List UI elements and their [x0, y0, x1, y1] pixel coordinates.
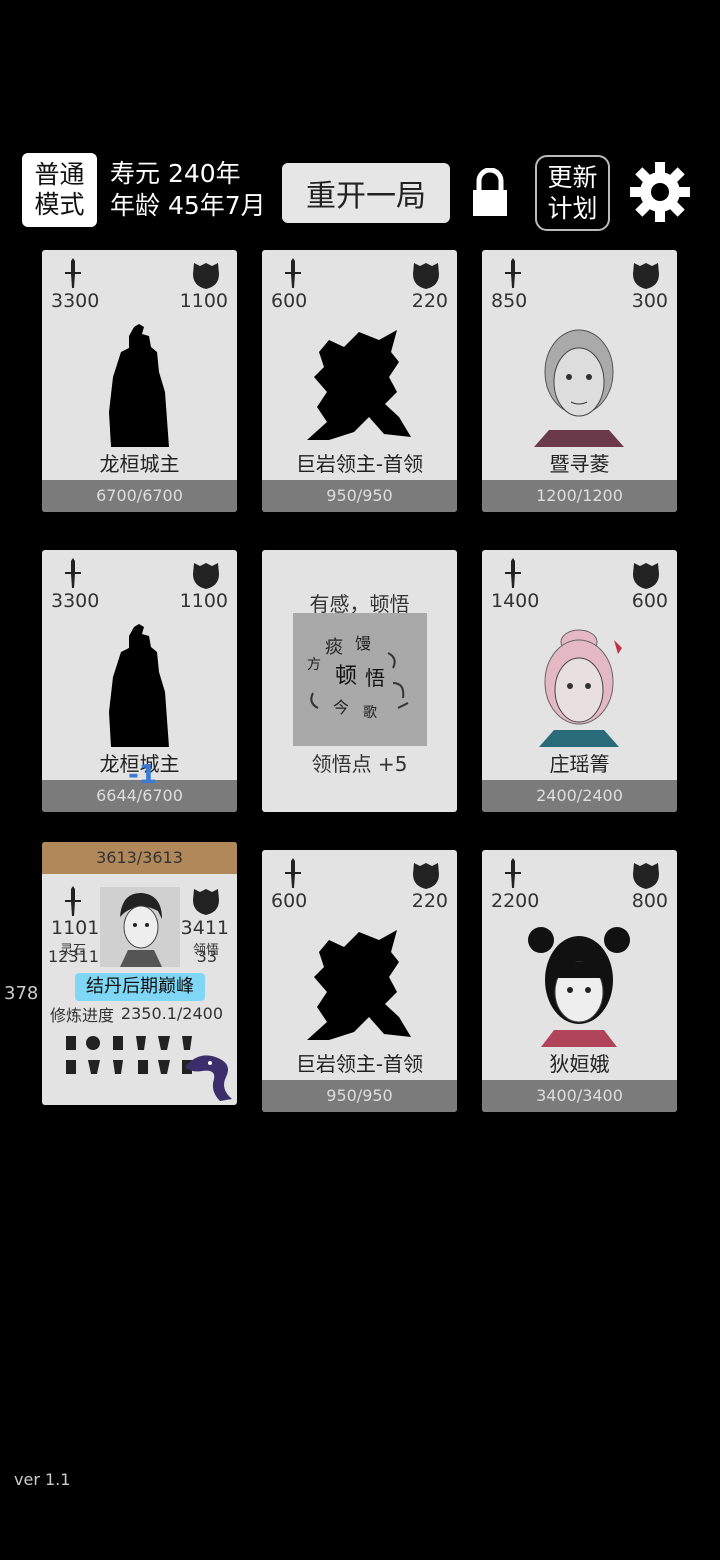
player-attack: 1101	[51, 917, 100, 939]
hp-bar: 3400/3400	[482, 1080, 677, 1112]
sword-icon	[65, 258, 81, 288]
attack-value: 2200	[491, 890, 540, 912]
shield-icon	[193, 889, 219, 915]
player-defense: 3411	[180, 917, 229, 939]
sword-icon	[505, 858, 521, 888]
defense-value: 800	[631, 890, 668, 912]
calligraphy-char: 方	[307, 657, 321, 673]
calligraphy-image: 痰 馒 顿 悟 今 歌 方	[293, 613, 427, 746]
progress-label: 修炼进度	[50, 1006, 115, 1025]
lifespan-text: 寿元 240年	[110, 159, 241, 188]
shield-icon	[193, 563, 219, 589]
event-card-enlightenment[interactable]: 有感，顿悟 痰 馒 顿 悟 今 歌 方 领悟点 +5	[262, 550, 457, 812]
defense-value: 220	[411, 890, 448, 912]
lord-silhouette	[109, 624, 169, 747]
card-name: 庄瑶箐	[549, 752, 610, 776]
card-name: 巨岩领主-首领	[295, 1052, 424, 1076]
girl-with-buns-portrait	[528, 927, 630, 1047]
calligraphy-char: 悟	[365, 666, 385, 690]
hp-bar: 6700/6700	[42, 480, 237, 512]
mode-button[interactable]: 普通 模式	[22, 153, 97, 227]
player-avatar	[100, 887, 180, 967]
hp-bar: 1200/1200	[482, 480, 677, 512]
sword-icon	[505, 258, 521, 288]
calligraphy-char: 痰	[325, 637, 343, 658]
mode-label-2: 模式	[34, 190, 85, 219]
defense-value: 300	[631, 290, 668, 312]
side-counter: 378	[4, 983, 39, 1004]
sword-icon	[65, 558, 81, 588]
hp-bar: 950/950	[262, 480, 457, 512]
progress-value: 2350.1/2400	[120, 1004, 223, 1023]
shield-icon	[413, 863, 439, 889]
defense-value: 600	[631, 590, 668, 612]
attack-value: 1400	[491, 590, 540, 612]
lock-icon[interactable]	[470, 168, 510, 218]
enemy-card-zhuangyaoqing[interactable]: 1400 600 庄瑶箐 2400/2400	[482, 550, 677, 812]
sword-icon	[285, 258, 301, 288]
enemy-card-jixunling[interactable]: 850 300 暨寻菱 1200/1200	[482, 250, 677, 512]
lord-silhouette	[109, 324, 169, 447]
sword-icon	[505, 558, 521, 588]
plan-label-1: 更新	[547, 163, 598, 192]
card-name: 暨寻菱	[549, 452, 610, 476]
sword-icon	[65, 886, 81, 916]
enemy-card-dihenge[interactable]: 2200 800 狄姮娥 3400/3400	[482, 850, 677, 1112]
age-text: 年龄 45年7月	[110, 191, 266, 220]
shield-icon	[413, 263, 439, 289]
attack-value: 850	[491, 290, 528, 312]
event-reward: 领悟点 +5	[311, 752, 408, 776]
shield-icon	[633, 263, 659, 289]
plan-label-2: 计划	[547, 194, 598, 223]
old-woman-portrait	[534, 329, 624, 447]
player-hp-bar: 3613/3613	[42, 842, 237, 874]
calligraphy-char: 今	[333, 698, 349, 717]
rock-monster-silhouette	[307, 330, 411, 440]
mode-label-1: 普通	[34, 160, 85, 189]
pink-hair-woman-portrait	[539, 629, 622, 747]
rock-monster-silhouette	[307, 930, 411, 1040]
enemy-card-juyan-2[interactable]: 600 220 巨岩领主-首领 950/950	[262, 850, 457, 1112]
enemy-card-juyan-1[interactable]: 600 220 巨岩领主-首领 950/950	[262, 250, 457, 512]
shield-icon	[633, 863, 659, 889]
shield-icon	[633, 563, 659, 589]
defense-value: 1100	[179, 290, 228, 312]
spirit-stone-value: 12311	[48, 947, 99, 966]
realm-badge: 结丹后期巅峰	[75, 973, 205, 1001]
attack-value: 600	[271, 290, 308, 312]
calligraphy-char: 馒	[355, 634, 371, 653]
card-name: 龙桓城主	[99, 452, 180, 476]
calligraphy-char: 顿	[335, 664, 357, 689]
attack-value: 3300	[51, 590, 100, 612]
restart-button[interactable]: 重开一局	[282, 163, 450, 223]
insight-value: 33	[196, 947, 217, 966]
card-name: 狄姮娥	[549, 1052, 610, 1076]
card-name: 巨岩领主-首领	[295, 452, 424, 476]
hp-bar: 950/950	[262, 1080, 457, 1112]
attack-value: 3300	[51, 290, 100, 312]
dragon-pet-icon	[185, 1055, 232, 1101]
life-info: 寿元 240年 年龄 45年7月	[110, 158, 266, 222]
player-card[interactable]: 3613/3613 1101 3411 灵石 领悟 12311 33 结丹后期巅…	[42, 842, 237, 1105]
damage-float-number: -1	[128, 760, 157, 790]
defense-value: 220	[411, 290, 448, 312]
defense-value: 1100	[179, 590, 228, 612]
attack-value: 600	[271, 890, 308, 912]
calligraphy-char: 歌	[363, 705, 377, 721]
update-plan-button[interactable]: 更新 计划	[535, 155, 610, 231]
gear-icon[interactable]	[628, 160, 692, 224]
hp-bar: 2400/2400	[482, 780, 677, 812]
enemy-card-longhuan-1[interactable]: 3300 1100 龙桓城主 6700/6700	[42, 250, 237, 512]
sword-icon	[285, 858, 301, 888]
shield-icon	[193, 263, 219, 289]
version-label: ver 1.1	[14, 1470, 71, 1489]
